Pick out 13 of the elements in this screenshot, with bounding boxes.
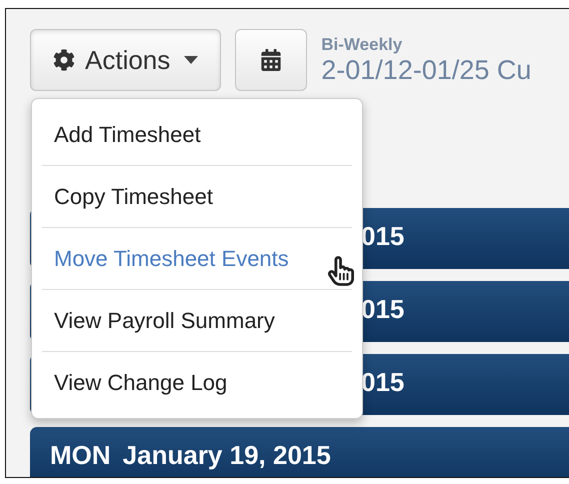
- settings-icon: [53, 49, 75, 71]
- calendar-button[interactable]: [235, 29, 308, 91]
- day-header-bar[interactable]: MON January 19, 2015: [30, 427, 569, 477]
- caret-icon: [184, 56, 198, 64]
- calendar-icon: [260, 49, 282, 71]
- menu-item[interactable]: Copy Timesheet: [42, 165, 352, 227]
- menu-item[interactable]: Add Timesheet: [42, 104, 352, 165]
- menu-item[interactable]: View Payroll Summary: [42, 289, 352, 351]
- actions-button[interactable]: Actions: [30, 29, 222, 91]
- pay-frequency: Bi-Weekly: [321, 35, 404, 55]
- hand-pointer-icon: [328, 255, 354, 287]
- menu-item[interactable]: View Change Log: [42, 351, 352, 413]
- pay-period: 2-01/12-01/25 Cu: [321, 55, 532, 86]
